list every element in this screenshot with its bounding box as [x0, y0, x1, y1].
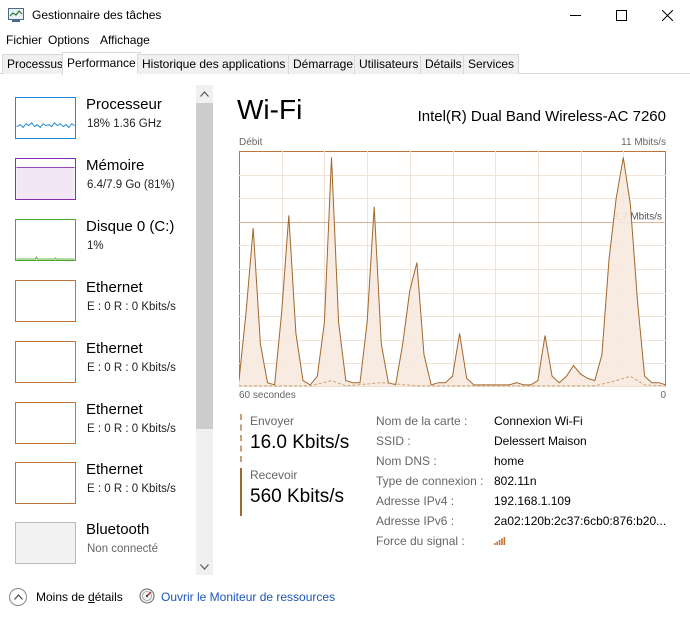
- resource-name: Ethernet: [86, 279, 143, 296]
- prop-key: Nom de la carte :: [376, 414, 468, 428]
- maximize-icon: [615, 10, 627, 21]
- throughput-chart: 7,7 Mbits/s: [239, 151, 666, 387]
- prop-value: 192.168.1.109: [494, 494, 571, 508]
- resource-monitor-icon[interactable]: [139, 588, 155, 604]
- ethernet-thumbnail: [15, 280, 76, 322]
- bluetooth-thumbnail: [15, 522, 76, 564]
- menu-affichage[interactable]: Affichage: [100, 33, 150, 47]
- scroll-down-button[interactable]: [196, 558, 213, 575]
- prop-key: Type de connexion :: [376, 474, 484, 488]
- resource-ethernet-4[interactable]: Ethernet E : 0 R : 0 Kbits/s: [0, 456, 196, 514]
- signal-strength-icon: [494, 534, 506, 548]
- close-button[interactable]: [644, 0, 690, 31]
- task-manager-icon: [8, 8, 24, 22]
- fewer-details-button[interactable]: [9, 588, 27, 606]
- sidebar-scrollbar[interactable]: [196, 85, 213, 575]
- prop-value: 802.11n: [494, 474, 537, 488]
- x-axis-label: 60 secondes: [239, 390, 296, 401]
- send-stat: Envoyer 16.0 Kbits/s: [240, 414, 349, 462]
- tab-demarrage[interactable]: Démarrage: [288, 54, 359, 74]
- tab-details[interactable]: Détails: [420, 54, 467, 74]
- resource-sub: 1%: [87, 240, 104, 252]
- resource-name: Mémoire: [86, 157, 145, 174]
- chevron-down-icon: [200, 563, 209, 570]
- resource-name: Processeur: [86, 96, 162, 113]
- resource-sub: 6.4/7.9 Go (81%): [87, 179, 175, 191]
- close-icon: [661, 10, 673, 21]
- y-axis-max-label: 11 Mbits/s: [621, 137, 666, 148]
- prop-value: home: [494, 454, 525, 468]
- cpu-thumbnail: [15, 97, 76, 139]
- chevron-up-icon: [13, 594, 23, 600]
- resource-name: Ethernet: [86, 401, 143, 418]
- ethernet-thumbnail: [15, 402, 76, 444]
- tab-historique[interactable]: Historique des applications: [137, 54, 291, 74]
- menu-bar: Fichier Options Affichage: [0, 31, 690, 51]
- resource-name: Bluetooth: [86, 521, 150, 538]
- resource-sub: E : 0 R : 0 Kbits/s: [87, 423, 176, 435]
- tab-bar: Processus Performance Historique des app…: [0, 52, 690, 75]
- prop-key: Adresse IPv6 :: [376, 514, 455, 528]
- send-label: Envoyer: [250, 414, 295, 428]
- prop-value: Connexion Wi-Fi: [494, 414, 583, 428]
- window-title: Gestionnaire des tâches: [32, 8, 162, 22]
- prop-key: SSID :: [376, 434, 411, 448]
- maximize-button[interactable]: [598, 0, 644, 31]
- scroll-up-button[interactable]: [196, 85, 213, 102]
- resource-list: Processeur 18% 1.36 GHz Mémoire 6.4/7.9 …: [0, 75, 215, 575]
- resource-sub: E : 0 R : 0 Kbits/s: [87, 301, 176, 313]
- resource-bluetooth[interactable]: Bluetooth Non connecté: [0, 516, 196, 574]
- resource-name: Ethernet: [86, 461, 143, 478]
- scroll-thumb[interactable]: [196, 103, 213, 429]
- tab-services[interactable]: Services: [463, 54, 520, 74]
- prop-key: Nom DNS :: [376, 454, 437, 468]
- resource-sub: E : 0 R : 0 Kbits/s: [87, 362, 176, 374]
- page-title: Wi-Fi: [237, 94, 303, 125]
- prop-value: Delessert Maison: [494, 434, 587, 448]
- ethernet-thumbnail: [15, 341, 76, 383]
- resource-ethernet-3[interactable]: Ethernet E : 0 R : 0 Kbits/s: [0, 396, 196, 454]
- title-bar: Gestionnaire des tâches: [0, 0, 690, 31]
- resource-ethernet-2[interactable]: Ethernet E : 0 R : 0 Kbits/s: [0, 335, 196, 393]
- menu-fichier[interactable]: Fichier: [6, 33, 42, 47]
- resource-sub: E : 0 R : 0 Kbits/s: [87, 483, 176, 495]
- resource-memoire[interactable]: Mémoire 6.4/7.9 Go (81%): [0, 152, 196, 210]
- minimize-button[interactable]: [552, 0, 598, 31]
- resource-sub: Non connecté: [87, 543, 158, 555]
- prop-key: Force du signal :: [376, 534, 465, 548]
- resource-ethernet-1[interactable]: Ethernet E : 0 R : 0 Kbits/s: [0, 274, 196, 332]
- receive-value: 560 Kbits/s: [250, 486, 344, 507]
- resource-processeur[interactable]: Processeur 18% 1.36 GHz: [0, 91, 196, 149]
- tab-performance[interactable]: Performance: [62, 52, 141, 75]
- resource-disque[interactable]: Disque 0 (C:) 1%: [0, 213, 196, 271]
- open-resource-monitor-link[interactable]: Ouvrir le Moniteur de ressources: [161, 590, 335, 604]
- ethernet-thumbnail: [15, 462, 76, 504]
- tab-utilisateurs[interactable]: Utilisateurs: [354, 54, 424, 74]
- receive-stat: Recevoir 560 Kbits/s: [240, 468, 344, 516]
- chevron-up-icon: [200, 90, 209, 97]
- x-axis-min-label: 0: [660, 390, 666, 401]
- receive-label: Recevoir: [250, 468, 298, 482]
- footer: Moins de détails Ouvrir le Moniteur de r…: [0, 580, 690, 621]
- memory-thumbnail: [15, 158, 76, 200]
- resource-name: Disque 0 (C:): [86, 218, 175, 235]
- minimize-icon: [569, 15, 581, 16]
- tab-processus[interactable]: Processus: [2, 54, 69, 74]
- prop-value: 2a02:120b:2c37:6cb0:876:b20...: [494, 514, 667, 528]
- y-axis-label: Débit: [239, 137, 263, 148]
- disk-thumbnail: [15, 219, 76, 261]
- prop-key: Adresse IPv4 :: [376, 494, 455, 508]
- resource-sub: 18% 1.36 GHz: [87, 118, 162, 130]
- send-value: 16.0 Kbits/s: [250, 432, 350, 453]
- adapter-name: Intel(R) Dual Band Wireless-AC 7260: [417, 108, 666, 125]
- fewer-details-link[interactable]: Moins de détails: [36, 590, 123, 604]
- menu-options[interactable]: Options: [48, 33, 89, 47]
- resource-name: Ethernet: [86, 340, 143, 357]
